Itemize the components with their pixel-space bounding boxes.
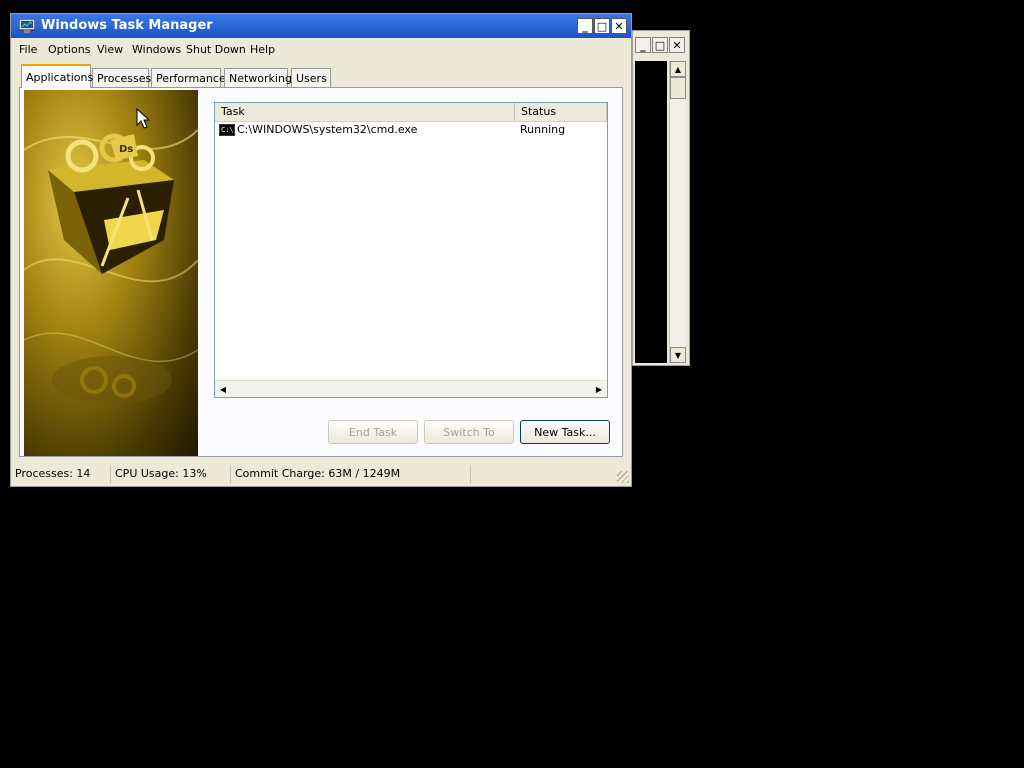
svg-text:Ds: Ds [119, 144, 133, 155]
toolbox-illustration: Ds [24, 129, 198, 404]
minimize-button[interactable]: _ [577, 18, 593, 34]
menu-windows[interactable]: Windows [132, 43, 181, 56]
maximize-button[interactable]: □ [594, 18, 610, 34]
scroll-thumb[interactable] [670, 77, 686, 99]
status-processes: Processes: 14 [11, 465, 111, 483]
close-button[interactable]: ✕ [669, 37, 685, 53]
console-area[interactable] [635, 61, 667, 363]
task-name: C:\WINDOWS\system32\cmd.exe [237, 123, 418, 136]
mouse-pointer-icon [136, 108, 150, 129]
menu-view[interactable]: View [97, 43, 123, 56]
menu-shut-down[interactable]: Shut Down [186, 43, 246, 56]
horizontal-scrollbar[interactable]: ◀ ▶ [215, 380, 607, 397]
minimize-button[interactable]: _ [635, 37, 651, 53]
tab-performance[interactable]: Performance [151, 68, 226, 88]
task-manager-window[interactable]: Windows Task Manager _ □ ✕ File Options … [10, 13, 632, 487]
scroll-left-button[interactable]: ◀ [215, 381, 231, 397]
maximize-button[interactable]: □ [652, 37, 668, 53]
task-list[interactable]: Task Status C:\ C:\WINDOWS\system32\cmd.… [214, 102, 608, 398]
menu-bar: File Options View Windows Shut Down Help [11, 39, 631, 59]
close-button[interactable]: ✕ [611, 18, 627, 34]
scroll-up-button[interactable]: ▲ [670, 61, 686, 77]
task-manager-icon [19, 19, 35, 33]
background-window-titlebar[interactable]: _ □ ✕ [633, 31, 689, 59]
menu-help[interactable]: Help [250, 43, 275, 56]
tab-processes[interactable]: Processes [92, 68, 151, 88]
tab-strip: Applications Processes Performance Netwo… [19, 64, 619, 88]
status-bar: Processes: 14 CPU Usage: 13% Commit Char… [11, 463, 631, 485]
tab-networking[interactable]: Networking [224, 68, 292, 88]
switch-to-button[interactable]: Switch To [424, 420, 514, 444]
menu-options[interactable]: Options [48, 43, 90, 56]
list-item[interactable]: C:\ C:\WINDOWS\system32\cmd.exe Running [215, 122, 607, 138]
banner-image: Ds [24, 90, 198, 456]
window-title: Windows Task Manager [41, 18, 213, 33]
new-task-button[interactable]: New Task... [520, 420, 610, 444]
vertical-scrollbar[interactable]: ▲ ▼ [669, 61, 686, 363]
resize-grip[interactable] [617, 471, 629, 483]
scroll-right-button[interactable]: ▶ [591, 381, 607, 397]
scroll-down-button[interactable]: ▼ [670, 347, 686, 363]
status-cpu-usage: CPU Usage: 13% [111, 465, 231, 483]
tab-applications[interactable]: Applications [21, 64, 93, 88]
column-header-task[interactable]: Task [215, 103, 515, 121]
status-commit-charge: Commit Charge: 63M / 1249M [231, 465, 471, 483]
command-prompt-icon: C:\ [219, 124, 235, 136]
menu-file[interactable]: File [19, 43, 37, 56]
tab-users[interactable]: Users [291, 68, 331, 88]
task-status: Running [520, 123, 566, 136]
status-empty [471, 465, 615, 483]
column-header-status[interactable]: Status [515, 103, 607, 121]
end-task-button[interactable]: End Task [328, 420, 418, 444]
titlebar[interactable]: Windows Task Manager _ □ ✕ [11, 14, 631, 38]
applications-panel: Ds Task Status C:\ C:\WINDOWS\system32\c… [19, 87, 623, 457]
background-cmd-window[interactable]: _ □ ✕ ▲ ▼ [632, 30, 690, 366]
list-header: Task Status [215, 103, 607, 122]
